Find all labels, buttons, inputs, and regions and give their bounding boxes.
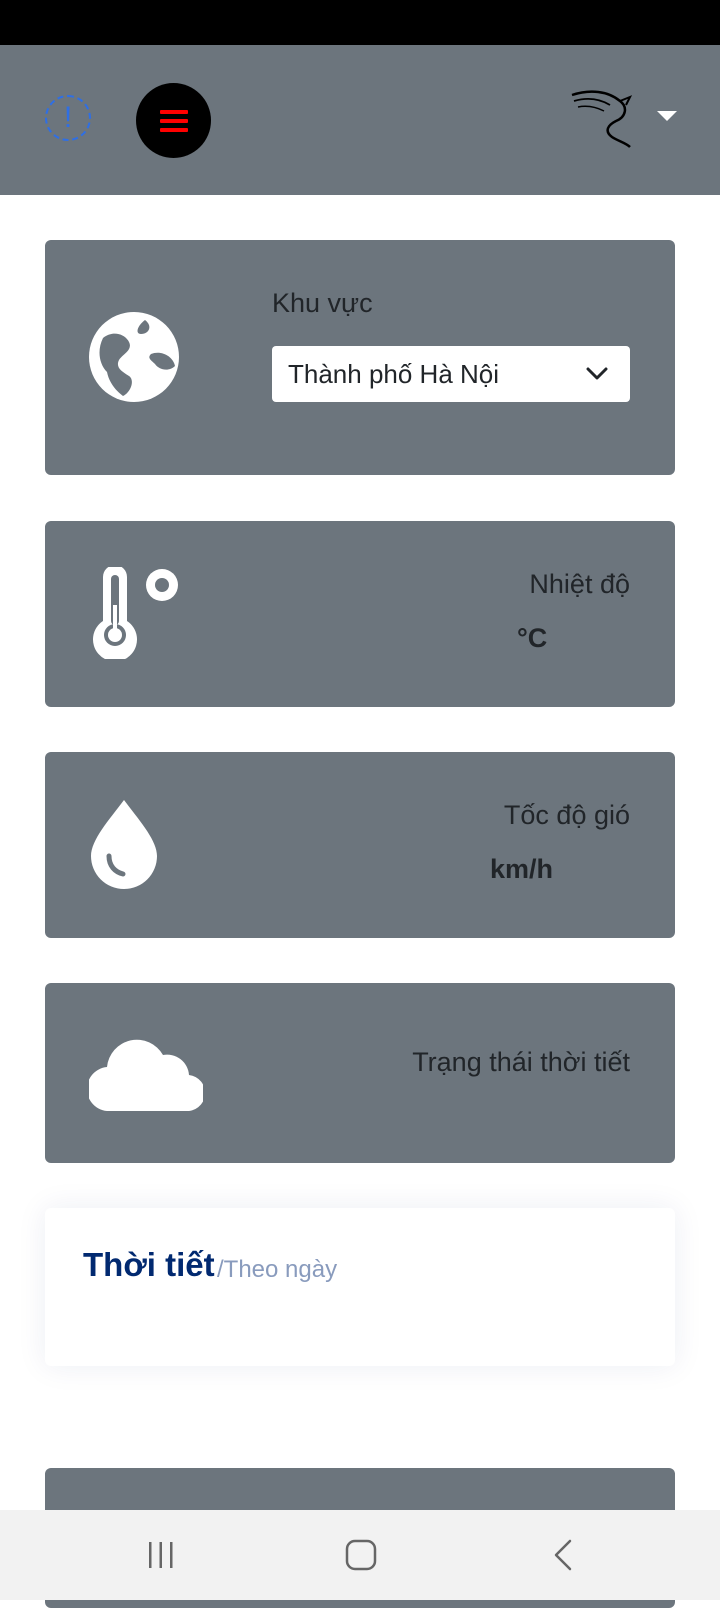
temperature-card: Nhiệt độ °C [45,521,675,707]
region-select[interactable]: Thành phố Hà Nội [272,346,630,402]
recents-button[interactable] [131,1530,191,1580]
recents-icon [149,1542,173,1568]
menu-button[interactable] [136,83,211,158]
droplet-icon [91,800,157,889]
back-button[interactable] [534,1530,594,1580]
dragon-logo[interactable] [570,85,640,149]
region-label: Khu vực [272,288,373,318]
header: ! [0,45,720,195]
weather-state-label: Trạng thái thời tiết [412,1047,630,1077]
temperature-label: Nhiệt độ [529,569,630,599]
region-select-value: Thành phố Hà Nội [288,358,500,389]
chevron-down-icon [586,367,608,380]
status-bar [0,0,720,45]
back-icon [554,1539,572,1571]
thermometer-icon [93,567,178,659]
alert-button[interactable]: ! [45,95,91,141]
hamburger-icon [159,109,188,132]
cloud-icon [89,1039,203,1111]
temperature-unit: °C [517,623,548,653]
region-card: Khu vực Thành phố Hà Nội [45,240,675,475]
globe-icon [89,312,179,402]
navigation-bar [0,1510,720,1600]
exclamation-circle-icon: ! [63,101,73,134]
wind-unit: km/h [490,854,554,884]
wind-card: Tốc độ gió km/h [45,752,675,938]
home-button[interactable] [331,1530,391,1580]
weather-panel-title: Thời tiết [83,1246,215,1283]
home-icon [345,1539,377,1571]
weather-state-card: Trạng thái thời tiết [45,983,675,1163]
weather-panel-subtitle: /Theo ngày [217,1256,338,1283]
caret-down-icon[interactable] [657,111,677,121]
wind-label: Tốc độ gió [503,800,630,830]
weather-daily-card: Thời tiết /Theo ngày [45,1208,675,1366]
